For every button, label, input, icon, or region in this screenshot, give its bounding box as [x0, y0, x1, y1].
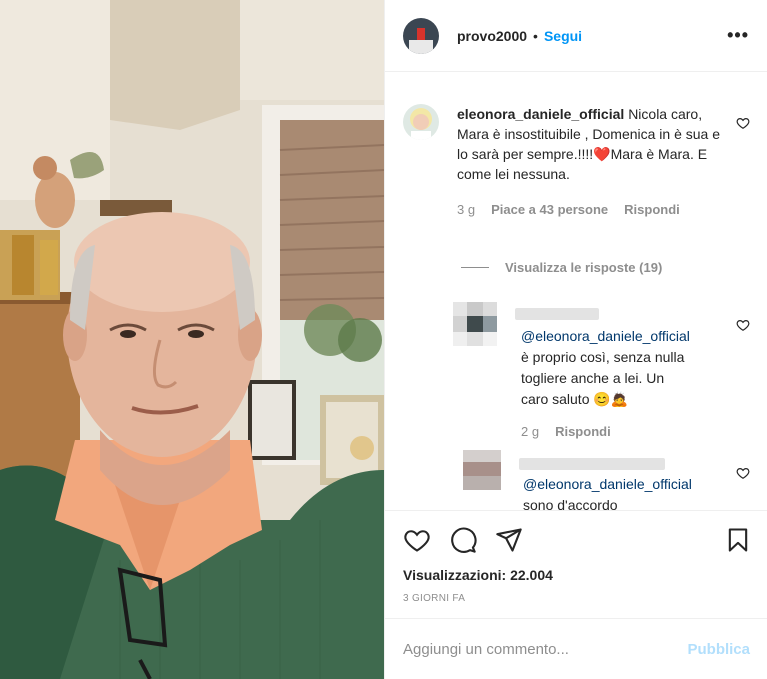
reply-mention[interactable]: @eleonora_daniele_official	[523, 474, 692, 495]
reply-avatar[interactable]	[463, 450, 501, 490]
author-avatar[interactable]	[403, 17, 439, 54]
post-panel: provo2000 • Segui ••• eleonora_daniele_o…	[384, 0, 767, 679]
heart-icon[interactable]	[403, 526, 431, 554]
reply-line: caro saluto 😊🙇	[521, 391, 629, 407]
reply-mention[interactable]: @eleonora_daniele_official	[521, 326, 690, 347]
comment-icon[interactable]	[449, 526, 477, 554]
comment-like-heart-icon[interactable]	[736, 116, 750, 130]
reply-meta: 2 g Rispondi	[521, 424, 611, 439]
reply-text: @eleonora_daniele_official è proprio cos…	[521, 326, 690, 410]
view-replies-label: Visualizza le risposte (19)	[505, 260, 663, 275]
comment-input[interactable]	[403, 640, 688, 658]
comment-item: eleonora_daniele_official Nicola caro, M…	[385, 78, 767, 217]
publish-button[interactable]: Pubblica	[687, 641, 750, 658]
reply-line: sono d'accordo	[523, 497, 618, 510]
reply-reply-button[interactable]: Rispondi	[555, 424, 611, 439]
bookmark-icon[interactable]	[724, 526, 752, 554]
reply-line: togliere anche a lei. Un	[521, 370, 665, 386]
comment-likes[interactable]: Piace a 43 persone	[491, 202, 608, 217]
comment-meta: 3 g Piace a 43 persone Rispondi	[457, 202, 722, 217]
comment-text: eleonora_daniele_official Nicola caro, M…	[457, 78, 722, 184]
post-actions: Visualizzazioni: 22.004 3 GIORNI FA	[385, 510, 767, 618]
reply-like-heart-icon[interactable]	[736, 466, 750, 480]
reply-avatar[interactable]	[453, 302, 497, 346]
reply-item: @eleonora_daniele_official sono d'accord…	[445, 448, 767, 510]
reply-line: è proprio così, senza nulla	[521, 349, 685, 365]
add-comment-bar: Pubblica	[385, 618, 767, 679]
commenter-avatar[interactable]	[403, 104, 439, 140]
view-replies-line	[461, 267, 489, 268]
follow-button[interactable]: Segui	[544, 28, 582, 44]
comment-time: 3 g	[457, 202, 476, 217]
post-date[interactable]: 3 GIORNI FA	[403, 593, 752, 604]
views-count[interactable]: Visualizzazioni: 22.004	[403, 567, 752, 583]
view-replies-button[interactable]: Visualizza le risposte (19)	[461, 260, 662, 275]
video-frame	[0, 0, 384, 679]
blurred-username	[515, 308, 599, 320]
more-options-icon[interactable]: •••	[727, 25, 749, 46]
separator-dot: •	[533, 27, 538, 44]
reply-text: @eleonora_daniele_official sono d'accord…	[523, 474, 692, 510]
comments-list[interactable]: eleonora_daniele_official Nicola caro, M…	[385, 78, 767, 510]
reply-like-heart-icon[interactable]	[736, 318, 750, 332]
reply-button[interactable]: Rispondi	[624, 202, 680, 217]
post-media[interactable]	[0, 0, 384, 679]
blurred-username	[519, 458, 665, 470]
author-username[interactable]: provo2000	[457, 28, 527, 44]
reply-time: 2 g	[521, 424, 540, 439]
action-icons-row	[403, 525, 752, 555]
post-header: provo2000 • Segui •••	[385, 0, 767, 72]
reply-item: @eleonora_daniele_official è proprio cos…	[445, 300, 767, 450]
commenter-username[interactable]: eleonora_daniele_official	[457, 106, 624, 122]
share-icon[interactable]	[495, 526, 523, 554]
